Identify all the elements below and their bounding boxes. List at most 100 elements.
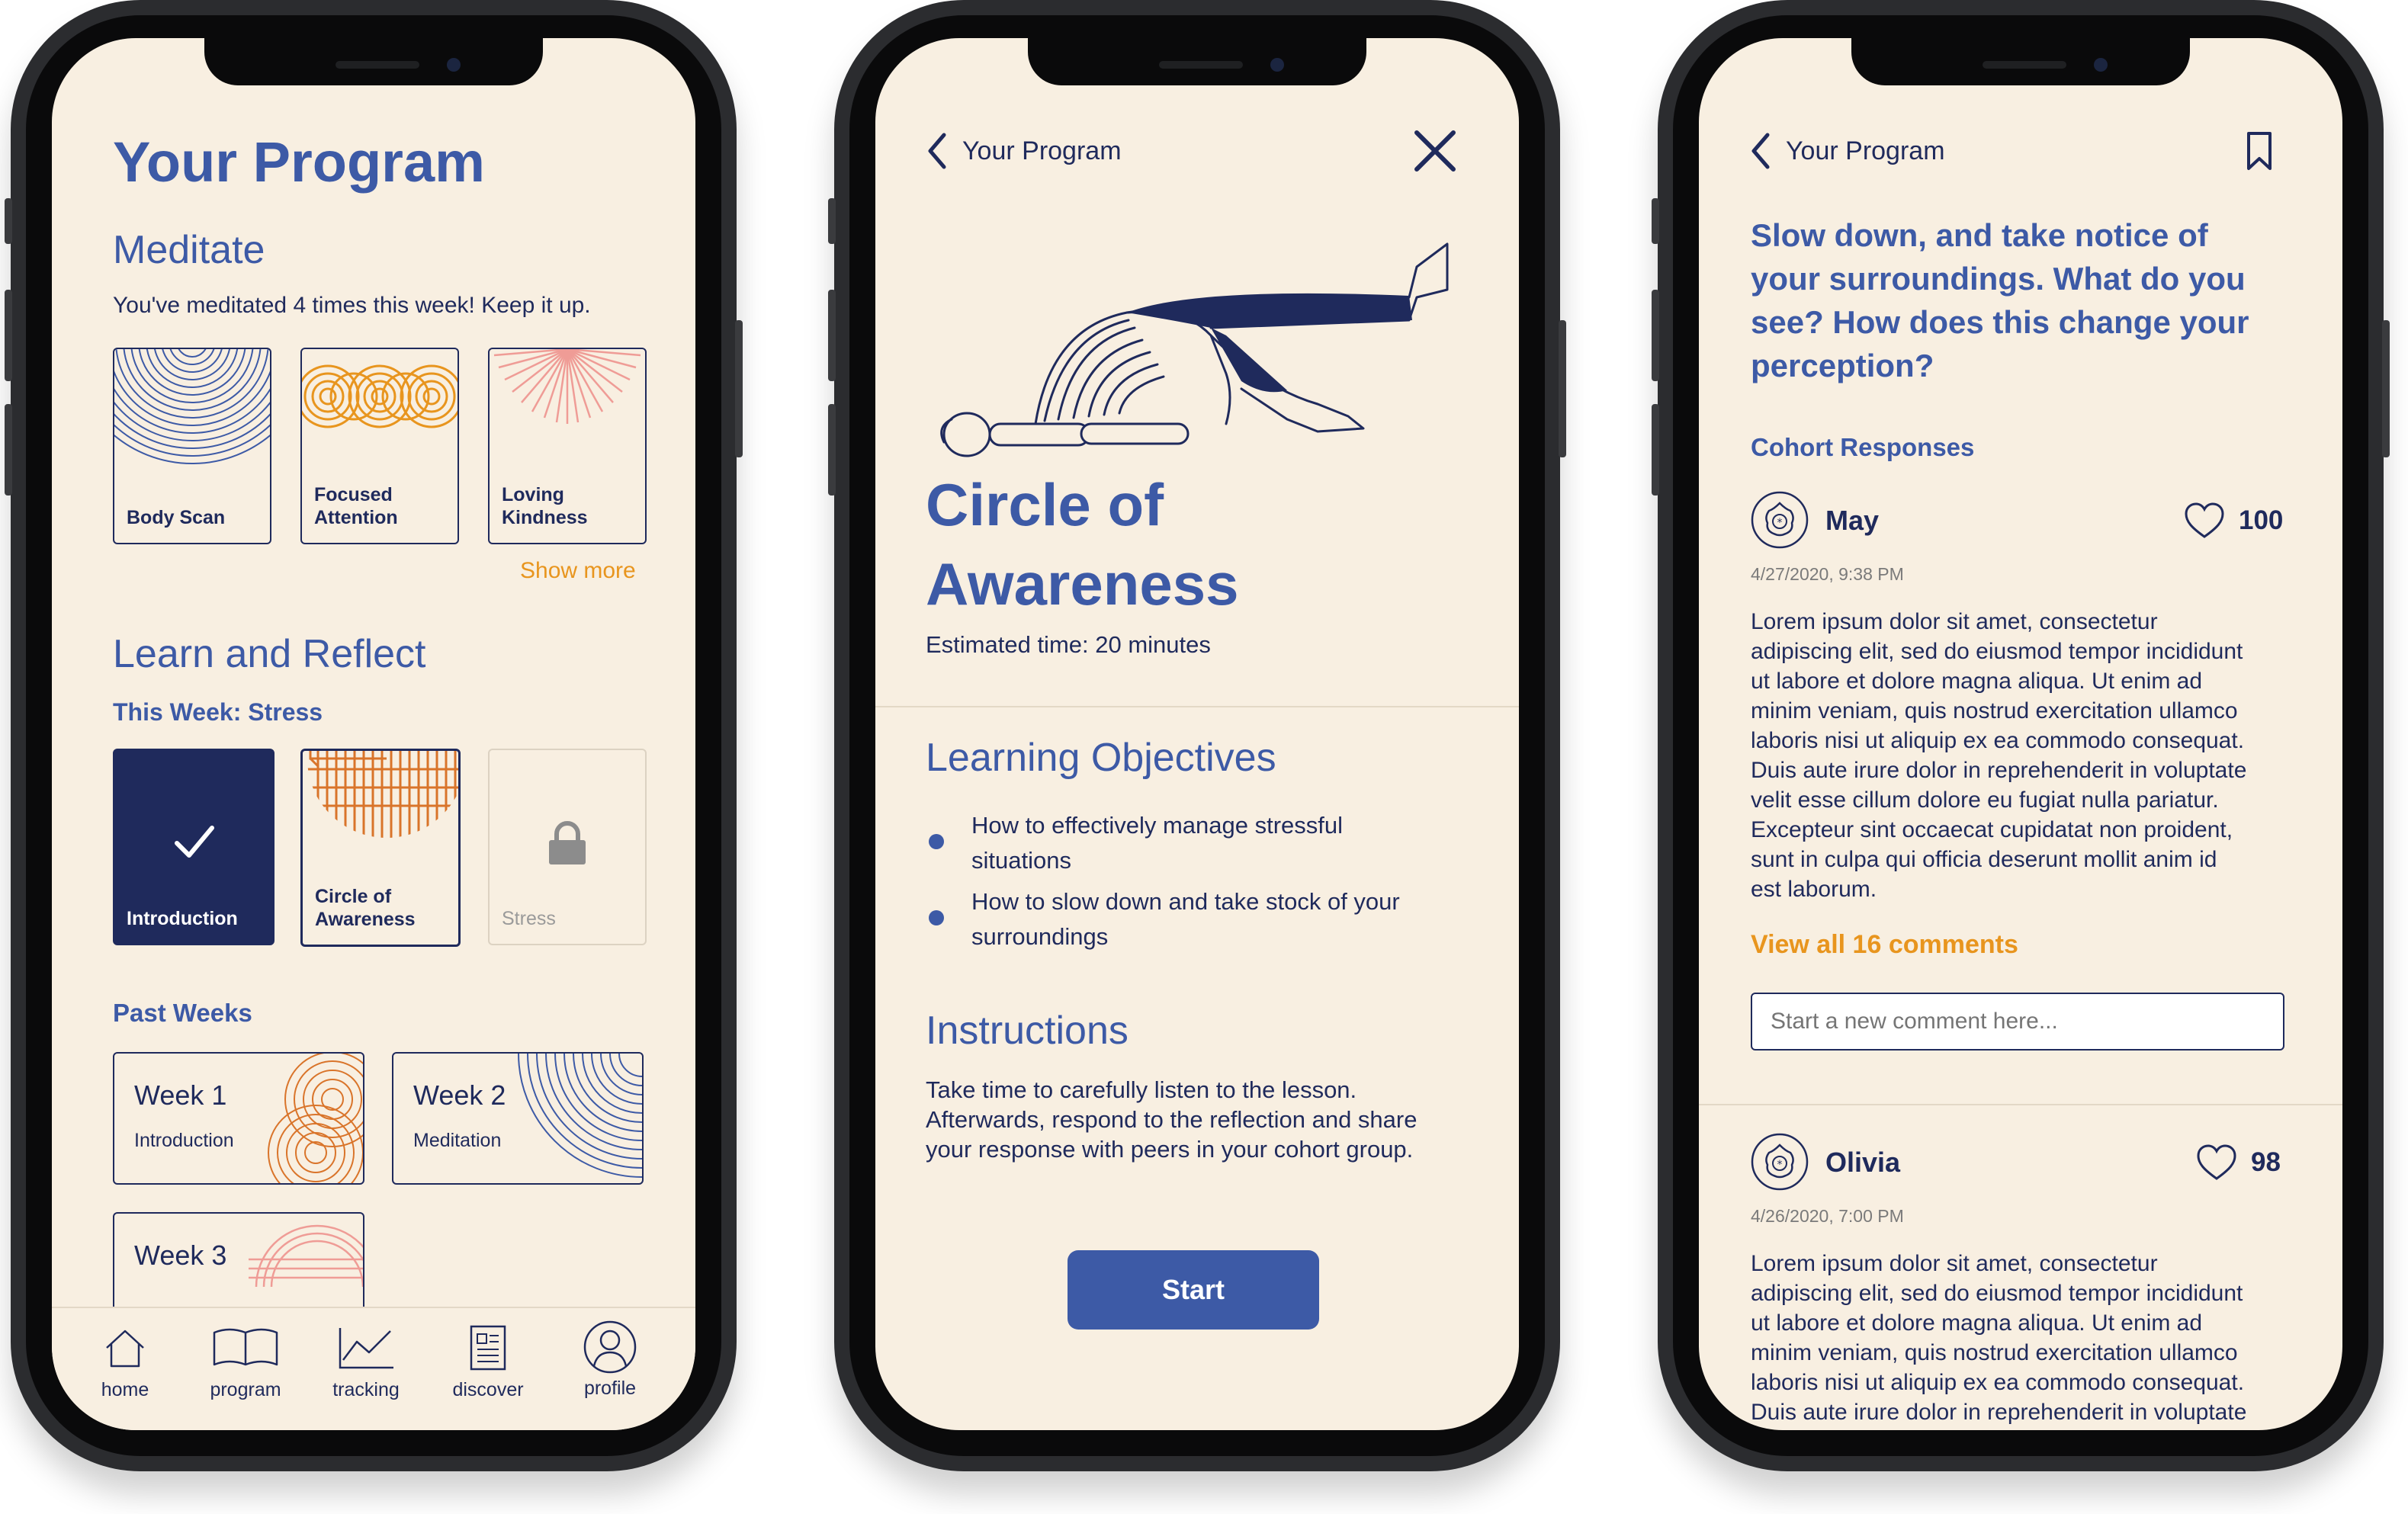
bridge-pose-illustration [940, 242, 1449, 457]
comment-line: sunt in culpa qui officia deserunt molli… [1751, 847, 2217, 872]
objective-item: How to slow down and take stock of your … [971, 884, 1400, 954]
objective-line: How to slow down and take stock of your [971, 888, 1400, 915]
instructions-line: Afterwards, respond to the reflection an… [926, 1106, 1418, 1133]
phone-reflection: Your Program Slow down, and take notice … [1647, 0, 2394, 1479]
like-button[interactable]: 98 [2196, 1144, 2281, 1182]
comment-line: adipiscing elit, sed do eiusmod tempor i… [1751, 639, 2243, 664]
comment-date: 4/27/2020, 9:38 PM [1751, 564, 1904, 584]
objective-item: How to effectively manage stressful situ… [971, 808, 1343, 878]
lesson-title: Circle of Awareness [926, 465, 1239, 624]
meditation-card-loving-kindness[interactable]: Loving Kindness [488, 348, 647, 544]
back-label: Your Program [962, 136, 1122, 165]
commenter-name: May [1825, 505, 1880, 536]
week-title: Week 2 [413, 1079, 506, 1111]
nav-program[interactable]: program [192, 1325, 299, 1401]
nav-label: profile [583, 1378, 637, 1399]
comment-line: Duis aute irure dolor in reprehenderit i… [1751, 1400, 2247, 1425]
home-icon [106, 1330, 144, 1368]
like-count: 98 [2251, 1147, 2281, 1177]
lesson-card-circle-of-awareness[interactable]: Circle of Awareness [300, 749, 461, 947]
card-label: Body Scan [127, 507, 226, 528]
card-label: Introduction [127, 908, 238, 929]
divider [875, 706, 1519, 707]
bullet [929, 910, 944, 925]
show-more-link[interactable]: Show more [520, 558, 636, 584]
commenter-name: Olivia [1825, 1147, 1901, 1178]
week-title: Week 1 [134, 1079, 227, 1111]
orange-rings-pattern-icon [302, 364, 458, 428]
close-icon[interactable] [1414, 130, 1456, 172]
meditate-status: You've meditated 4 times this week! Keep… [113, 293, 591, 318]
week-subtitle: Meditation [413, 1130, 502, 1151]
comment-line: minim veniam, quis nostrud exercitation … [1751, 698, 2238, 723]
book-icon [213, 1328, 278, 1366]
nav-label: home [101, 1379, 149, 1400]
back-button[interactable]: Your Program [926, 130, 1122, 172]
nav-label: discover [452, 1379, 524, 1400]
pink-rays-pattern-icon [493, 349, 641, 424]
lesson-title-line-1: Circle of [926, 471, 1164, 538]
comment-line: ut labore et dolore magna aliqua. Ut eni… [1751, 1310, 2203, 1336]
orange-stripes-pattern-icon [307, 751, 458, 838]
phone-lesson-detail: Your Program Circle of Awareness Estimat… [824, 0, 1571, 1479]
lock-icon [549, 821, 586, 864]
cohort-heading: Cohort Responses [1751, 433, 1975, 461]
notch [1851, 38, 2190, 85]
avatar-flower-icon: * [1751, 491, 1809, 549]
comment-line: Lorem ipsum dolor sit amet, consectetur [1751, 609, 2158, 634]
question-line: your surroundings. What do you [1751, 261, 2246, 297]
nav-home[interactable]: home [72, 1325, 178, 1401]
comment-line: minim veniam, quis nostrud exercitation … [1751, 1340, 2238, 1365]
nav-profile[interactable]: profile [557, 1320, 663, 1400]
meditation-card-focused-attention[interactable]: Focused Attention [300, 348, 459, 544]
notch [204, 38, 543, 85]
instructions-text: Take time to carefully listen to the les… [926, 1075, 1417, 1164]
comment-line: Excepteur sint occaecat cupidatat non pr… [1751, 817, 2233, 842]
nav-label: program [210, 1379, 281, 1400]
week-title: Week 3 [134, 1240, 227, 1271]
chevron-left-icon [1751, 133, 1770, 169]
comment-date: 4/26/2020, 7:00 PM [1751, 1206, 1904, 1226]
question-line: Slow down, and take notice of [1751, 217, 2208, 253]
back-button[interactable]: Your Program [1749, 130, 1945, 172]
week-card-1[interactable]: Week 1 Introduction [113, 1052, 364, 1185]
nav-tracking[interactable]: tracking [313, 1325, 419, 1401]
check-icon [175, 826, 214, 858]
avatar-flower-icon: * [1751, 1133, 1809, 1191]
lesson-title-line-2: Awareness [926, 550, 1239, 617]
comment-line: velit esse cillum dolore eu fugiat nulla… [1751, 787, 2219, 813]
nav-label: tracking [332, 1379, 400, 1400]
meditate-heading: Meditate [113, 228, 265, 272]
heart-icon [2185, 502, 2224, 538]
start-button[interactable]: Start [1068, 1250, 1319, 1330]
comment-input[interactable] [1751, 993, 2284, 1050]
chart-icon [339, 1328, 393, 1369]
lesson-card-introduction[interactable]: Introduction [113, 749, 275, 945]
phone-program-overview: Your Program Meditate You've meditated 4… [0, 0, 747, 1479]
divider [1699, 1104, 2342, 1105]
card-label: Loving Kindness [502, 484, 588, 528]
meditation-card-body-scan[interactable]: Body Scan [113, 348, 271, 544]
svg-text:*: * [1777, 517, 1783, 529]
like-count: 100 [2239, 505, 2284, 535]
objective-line: situations [971, 847, 1071, 874]
instructions-line: Take time to carefully listen to the les… [926, 1076, 1357, 1103]
view-all-comments-link[interactable]: View all 16 comments [1751, 930, 2018, 960]
card-label: Circle of Awareness [315, 886, 416, 930]
comment-line: Duis aute irure dolor in reprehenderit i… [1751, 758, 2247, 783]
comment-line: est laborum. [1751, 877, 1877, 902]
bookmark-icon[interactable] [2246, 131, 2272, 171]
card-label: Stress [502, 908, 556, 929]
reflection-question: Slow down, and take notice of your surro… [1751, 213, 2249, 387]
estimated-time: Estimated time: 20 minutes [926, 631, 1211, 658]
like-button[interactable]: 100 [2184, 502, 2283, 540]
profile-icon [583, 1320, 637, 1374]
question-line: perception? [1751, 348, 1934, 383]
lesson-card-stress: Stress [488, 749, 647, 945]
screen-reflection: Your Program Slow down, and take notice … [1699, 38, 2342, 1430]
week-card-2[interactable]: Week 2 Meditation [392, 1052, 644, 1185]
newspaper-icon [470, 1325, 506, 1371]
bullet [929, 834, 944, 849]
nav-discover[interactable]: discover [435, 1325, 541, 1401]
heart-icon [2197, 1144, 2236, 1180]
